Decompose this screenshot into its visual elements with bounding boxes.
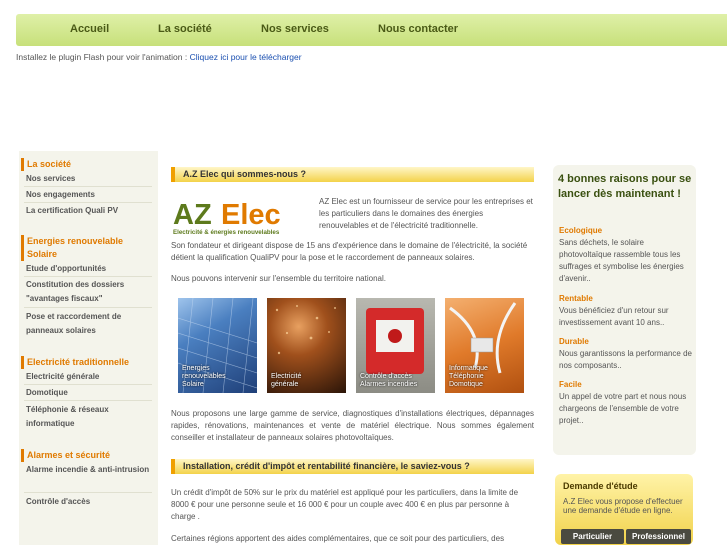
sidebar-item-alarme[interactable]: Alarme incendie & anti-intrusion	[26, 463, 151, 477]
nav-accueil[interactable]: Accueil	[70, 23, 109, 35]
intro-text: AZ Elec est un fournisseur de service po…	[319, 197, 533, 230]
sidebar-heading-energies[interactable]: Energies renouvelable Solaire	[27, 235, 155, 261]
top-navigation: Accueil La société Nos services Nous con…	[16, 14, 727, 46]
flash-message: Installez le plugin Flash pour voir l'an…	[16, 52, 302, 62]
reason-facile-heading: Facile	[559, 380, 582, 389]
reason-durable-heading: Durable	[559, 337, 589, 346]
demande-etude-text: A.Z Elec vous propose d'effectuer une de…	[563, 497, 683, 515]
sidebar-item-engagements[interactable]: Nos engagements	[26, 188, 151, 202]
sidebar-item-etude[interactable]: Etude d'opportunités	[26, 262, 151, 276]
reason-ecologique-heading: Ecologique	[559, 226, 603, 235]
paragraph-services: Nous proposons une large gamme de servic…	[171, 409, 534, 442]
sidebar-divider	[24, 276, 152, 277]
sidebar-divider	[24, 384, 152, 385]
sidebar-item-generale[interactable]: Electricité générale	[26, 370, 151, 384]
nav-nos-services[interactable]: Nos services	[261, 23, 329, 35]
reason-rentable-heading: Rentable	[559, 294, 593, 303]
sidebar-item-qualipv[interactable]: La certification Quali PV	[26, 204, 151, 218]
svg-text:AZ: AZ	[173, 199, 212, 231]
sidebar-item-controle[interactable]: Contrôle d'accès	[26, 495, 151, 509]
sidebar-heading-alarmes[interactable]: Alarmes et sécurité	[27, 449, 110, 462]
section-heading-qui-sommes-nous: A.Z Elec qui sommes-nous ?	[171, 167, 534, 182]
paragraph-fondateur: Son fondateur et dirigeant dispose de 15…	[171, 241, 528, 262]
flash-download-link[interactable]: Cliquez ici pour le télécharger	[190, 52, 302, 62]
paragraph-aides: Certaines régions apportent des aides co…	[171, 534, 505, 543]
demande-etude-title: Demande d'étude	[563, 481, 638, 491]
photo-solaire-caption: Energies renouvelables Solaire	[182, 365, 226, 388]
reason-rentable-text: Vous bénéficiez d'un retour sur investis…	[559, 306, 669, 327]
photo-informatique[interactable]: Informatique Téléphonie Domotique	[445, 298, 524, 393]
photo-informatique-caption: Informatique Téléphonie Domotique	[449, 365, 488, 388]
sidebar-divider	[24, 492, 152, 493]
reason-durable-text: Nous garantissons la performance de nos …	[559, 349, 692, 370]
photo-electricite-caption: Electricité générale	[271, 373, 302, 388]
sidebar-heading-societe[interactable]: La société	[27, 158, 71, 171]
reasons-title: 4 bonnes raisons pour se lancer dès main…	[558, 173, 692, 200]
svg-text:Elec: Elec	[221, 199, 281, 231]
svg-text:Electricité & énergies renouve: Electricité & énergies renouvelables	[173, 229, 280, 236]
sidebar-item-domotique[interactable]: Domotique	[26, 386, 151, 400]
azelec-logo: AZ Elec Electricité & énergies renouvela…	[171, 197, 313, 237]
sidebar-item-nos-services[interactable]: Nos services	[26, 172, 151, 186]
professionnel-button[interactable]: Professionnel	[626, 529, 691, 544]
reason-ecologique-text: Sans déchets, le solaire photovoltaïque …	[559, 238, 684, 283]
sidebar-item-pose[interactable]: Pose et raccordement de panneaux solaire…	[26, 310, 151, 338]
sidebar-marker	[21, 235, 24, 261]
nav-nous-contacter[interactable]: Nous contacter	[378, 23, 458, 35]
photo-solaire[interactable]: Energies renouvelables Solaire	[178, 298, 257, 393]
sidebar-divider	[24, 202, 152, 203]
nav-la-societe[interactable]: La société	[158, 23, 212, 35]
sidebar-divider	[24, 400, 152, 401]
sidebar-marker	[21, 449, 24, 462]
flash-text: Installez le plugin Flash pour voir l'an…	[16, 52, 190, 62]
paragraph-territoire: Nous pouvons intervenir sur l'ensemble d…	[171, 274, 386, 283]
sidebar-item-dossiers[interactable]: Constitution des dossiers "avantages fis…	[26, 278, 151, 306]
sidebar-divider	[24, 307, 152, 308]
section-heading-credit-impot: Installation, crédit d'impôt et rentabil…	[171, 459, 534, 474]
sidebar-heading-electricite[interactable]: Electricité traditionnelle	[27, 356, 129, 369]
photo-alarme[interactable]: Contrôle d'accès Alarmes incendies	[356, 298, 435, 393]
sidebar-marker	[21, 356, 24, 369]
particulier-button[interactable]: Particulier	[561, 529, 624, 544]
photo-electricite[interactable]: Electricité générale	[267, 298, 346, 393]
reason-facile-text: Un appel de votre part et nous nous char…	[559, 392, 687, 425]
photo-alarme-caption: Contrôle d'accès Alarmes incendies	[360, 373, 418, 388]
sidebar-divider	[24, 186, 152, 187]
paragraph-credit-impot: Un crédit d'impôt de 50% sur le prix du …	[171, 488, 519, 521]
sidebar-item-telephonie[interactable]: Téléphonie & réseaux informatique	[26, 403, 151, 431]
sidebar-marker	[21, 158, 24, 171]
